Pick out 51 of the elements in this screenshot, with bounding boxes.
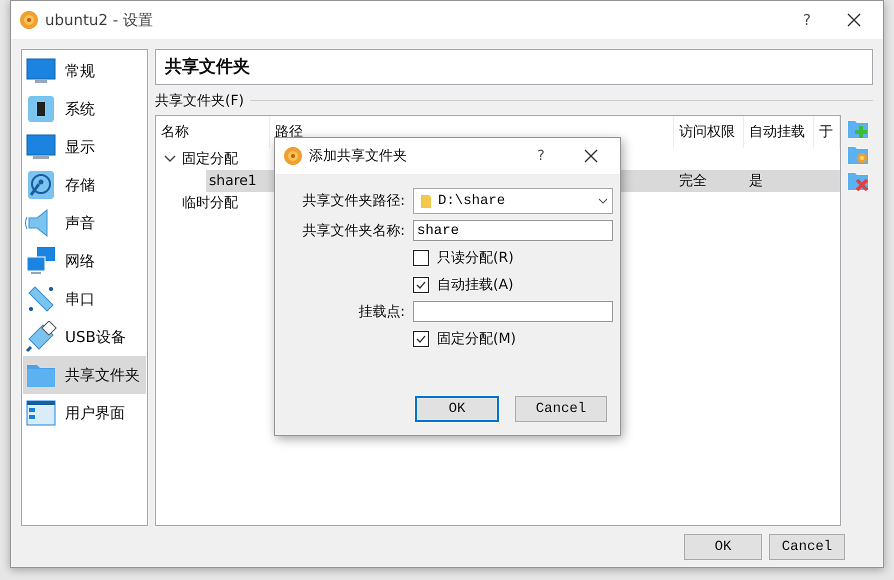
sidebar-item[interactable]: USB设备 <box>23 318 146 356</box>
dialog-button[interactable]: OK <box>684 534 762 560</box>
dialog-button[interactable]: Cancel <box>769 534 845 560</box>
dialog-title: 添加共享文件夹 <box>309 147 408 165</box>
group-label: 共享文件夹(F) <box>155 92 244 110</box>
sidebar-item[interactable]: 显示 <box>23 128 146 166</box>
table-cell-text: 是 <box>748 172 764 190</box>
app-icon <box>283 146 303 166</box>
table-cell-text: 完全 <box>678 172 708 190</box>
help-button[interactable]: ? <box>526 148 556 164</box>
tree-group-label[interactable]: 固定分配 <box>182 150 238 168</box>
field-label: 共享文件夹路径: <box>301 192 405 210</box>
sidebar-item[interactable]: 系统 <box>23 90 146 128</box>
dialog-button[interactable]: OK <box>415 396 499 422</box>
checkbox-label[interactable]: 固定分配(M) <box>437 330 516 348</box>
close-icon[interactable] <box>847 13 861 27</box>
sidebar-item[interactable]: 声音 <box>23 204 146 242</box>
close-icon[interactable] <box>584 149 598 163</box>
tree-group-label[interactable]: 临时分配 <box>182 194 238 212</box>
column-header[interactable]: 自动挂载 <box>749 124 805 140</box>
column-header[interactable]: 名称 <box>161 124 189 140</box>
sidebar-item[interactable]: 用户界面 <box>23 394 146 432</box>
field-label: 挂载点: <box>357 302 405 320</box>
checkbox[interactable] <box>413 276 429 292</box>
input-field[interactable]: share <box>413 220 613 241</box>
network-icon <box>25 245 57 277</box>
chip-icon <box>25 93 57 125</box>
dialog-button[interactable]: Cancel <box>515 396 607 422</box>
help-button[interactable]: ? <box>787 11 827 29</box>
checkbox[interactable] <box>413 250 429 266</box>
window-title: ubuntu2 - 设置 <box>45 10 154 30</box>
app-icon <box>19 10 39 30</box>
field-label: 共享文件夹名称: <box>301 222 405 240</box>
page-title: 共享文件夹 <box>155 49 873 85</box>
column-header[interactable]: 访问权限 <box>679 124 735 140</box>
checkbox-label[interactable]: 自动挂载(A) <box>437 276 514 294</box>
table-cell-text: share1 <box>208 172 258 189</box>
column-header[interactable]: 路径 <box>275 124 303 140</box>
checkbox-label[interactable]: 只读分配(R) <box>437 248 514 266</box>
column-header[interactable]: 于 <box>819 124 833 140</box>
sidebar-item[interactable]: 存储 <box>23 166 146 204</box>
path-dropdown[interactable]: D:\share <box>413 188 613 214</box>
chevron-down-icon[interactable] <box>164 154 176 163</box>
input-field[interactable] <box>413 301 613 322</box>
sidebar-item[interactable]: 串口 <box>23 280 146 318</box>
checkbox[interactable] <box>413 330 429 346</box>
usb-plug-icon <box>25 321 57 353</box>
sidebar-item[interactable]: 网络 <box>23 242 146 280</box>
folder-icon <box>420 193 432 209</box>
sidebar-item[interactable]: 常规 <box>23 52 146 90</box>
sidebar-item[interactable]: 共享文件夹 <box>23 356 146 394</box>
